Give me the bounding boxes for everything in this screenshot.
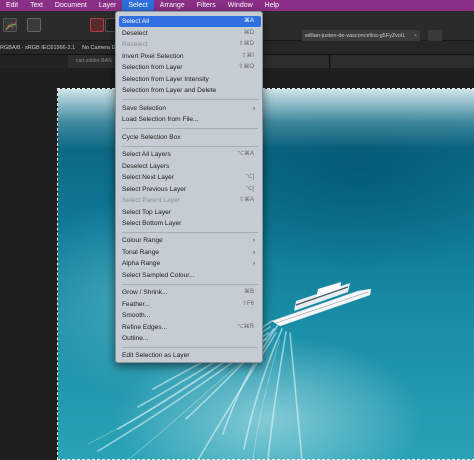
menu-item-label: Select Next Layer xyxy=(122,174,175,181)
menu-filters[interactable]: Filters xyxy=(191,0,222,11)
menu-item-refine-edges[interactable]: Refine Edges... ⌥⌘R xyxy=(119,322,261,333)
document-name-label: willian-justen-de-vasconcellos-g5FyZvoIL xyxy=(305,33,406,39)
menu-item-cycle-selection-box[interactable]: Cycle Selection Box xyxy=(119,132,261,143)
menu-item-selection-from-layer-intensity[interactable]: Selection from Layer Intensity xyxy=(119,74,261,85)
menu-separator xyxy=(122,347,258,348)
menu-item-invert-pixel-selection[interactable]: Invert Pixel Selection ⇧⌘I xyxy=(119,51,261,62)
camera-info-label: No Camera D xyxy=(82,45,116,51)
menu-item-label: Cycle Selection Box xyxy=(122,134,181,141)
submenu-arrow-icon: › xyxy=(252,249,255,256)
shortcut-label: ⇧⌘O xyxy=(238,64,254,70)
shortcut-label: ⌥[ xyxy=(245,186,254,192)
menu-item-grow-shrink[interactable]: Grow / Shrink... ⌘B xyxy=(119,287,261,298)
menu-window[interactable]: Window xyxy=(222,0,259,11)
menu-item-save-selection[interactable]: Save Selection › xyxy=(119,103,261,114)
menu-item-label: Select All Layers xyxy=(122,151,171,158)
menu-item-label: Alpha Range xyxy=(122,260,161,267)
menu-item-label: Select Bottom Layer xyxy=(122,220,182,227)
menu-item-deselect-layers[interactable]: Deselect Layers xyxy=(119,161,261,172)
color-profile-label: RGBA/8 · sRGB IEC61966-2.1 xyxy=(0,45,76,51)
menu-arrange[interactable]: Arrange xyxy=(154,0,191,11)
menu-item-select-bottom-layer[interactable]: Select Bottom Layer xyxy=(119,218,261,229)
menu-item-selection-from-layer-and-delete[interactable]: Selection from Layer and Delete xyxy=(119,85,261,96)
menu-item-label: Feather... xyxy=(122,301,150,308)
menu-item-label: Outline... xyxy=(122,335,149,342)
menu-item-selection-from-layer[interactable]: Selection from Layer ⇧⌘O xyxy=(119,62,261,73)
document-tab-empty xyxy=(331,55,474,68)
menu-select[interactable]: Select xyxy=(122,0,154,11)
menu-item-load-selection-from-file[interactable]: Load Selection from File... xyxy=(119,114,261,125)
boat-icon xyxy=(271,282,372,327)
menu-item-label: Invert Pixel Selection xyxy=(122,53,184,60)
chart-icon[interactable] xyxy=(3,18,17,32)
menu-item-deselect[interactable]: Deselect ⌘D xyxy=(119,28,261,39)
menu-item-label: Select Top Layer xyxy=(122,209,171,216)
menu-item-label: Smooth... xyxy=(122,312,151,319)
red-swatch-icon[interactable] xyxy=(90,18,104,32)
menu-item-select-top-layer[interactable]: Select Top Layer xyxy=(119,207,261,218)
menu-item-label: Selection from Layer and Delete xyxy=(122,87,217,94)
menu-item-feather[interactable]: Feather... ⇧F6 xyxy=(119,299,261,310)
shortcut-label: ⌥⌘A xyxy=(237,151,254,157)
menu-item-label: Selection from Layer xyxy=(122,64,183,71)
menu-text[interactable]: Text xyxy=(24,0,49,11)
menu-document[interactable]: Document xyxy=(49,0,93,11)
menu-item-label: Selection from Layer Intensity xyxy=(122,76,209,83)
menu-edit[interactable]: Edit xyxy=(0,0,24,11)
menu-item-label: Edit Selection as Layer xyxy=(122,352,190,359)
menu-separator xyxy=(122,284,258,285)
menu-item-label: Tonal Range xyxy=(122,249,160,256)
menu-item-reselect: Reselect ⇧⌘D xyxy=(119,39,261,50)
menu-item-edit-selection-as-layer[interactable]: Edit Selection as Layer xyxy=(119,350,261,361)
menu-item-colour-range[interactable]: Colour Range › xyxy=(119,235,261,246)
menu-item-smooth[interactable]: Smooth... xyxy=(119,310,261,321)
shortcut-label: ⌥⌘R xyxy=(236,324,254,330)
submenu-arrow-icon: › xyxy=(252,260,255,267)
menu-item-label: Reselect xyxy=(122,41,148,48)
shortcut-label: ⇧F6 xyxy=(241,301,254,307)
menu-item-select-sampled-colour[interactable]: Select Sampled Colour... xyxy=(119,270,261,281)
shortcut-label: ⌘A xyxy=(243,18,254,24)
menu-item-label: Select Previous Layer xyxy=(122,186,187,193)
menu-item-select-all[interactable]: Select All ⌘A xyxy=(119,16,261,27)
shortcut-label: ⇧⌘A xyxy=(238,197,254,203)
menu-separator xyxy=(122,128,258,129)
menu-item-label: Refine Edges... xyxy=(122,324,168,331)
menu-item-label: Colour Range xyxy=(122,237,163,244)
menu-item-label: Deselect Layers xyxy=(122,163,170,170)
menu-item-select-parent-layer: Select Parent Layer ⇧⌘A xyxy=(119,195,261,206)
menu-bar: Edit Text Document Layer Select Arrange … xyxy=(0,0,474,11)
grid-icon[interactable] xyxy=(27,18,41,32)
menu-item-select-all-layers[interactable]: Select All Layers ⌥⌘A xyxy=(119,149,261,160)
menu-item-label: Save Selection xyxy=(122,105,166,112)
shortcut-label: ⇧⌘I xyxy=(241,53,254,59)
menu-separator xyxy=(122,146,258,147)
menu-item-label: Select Parent Layer xyxy=(122,197,180,204)
shortcut-label: ⌥] xyxy=(245,174,254,180)
select-menu-dropdown: Select All ⌘A Deselect ⌘D Reselect ⇧⌘D Inve… xyxy=(115,11,263,363)
menu-item-alpha-range[interactable]: Alpha Range › xyxy=(119,258,261,269)
menu-item-tonal-range[interactable]: Tonal Range › xyxy=(119,247,261,258)
menu-item-select-previous-layer[interactable]: Select Previous Layer ⌥[ xyxy=(119,184,261,195)
shortcut-label: ⌘B xyxy=(243,289,254,295)
menu-item-label: Grow / Shrink... xyxy=(122,289,168,296)
menu-item-outline[interactable]: Outline... xyxy=(119,333,261,344)
shortcut-label: ⌘D xyxy=(243,30,254,36)
submenu-arrow-icon: › xyxy=(252,105,255,112)
menu-item-label: Load Selection from File... xyxy=(122,116,199,123)
menu-separator xyxy=(122,232,258,233)
menu-separator xyxy=(122,99,258,100)
menu-item-label: Select All xyxy=(122,18,150,25)
menu-help[interactable]: Help xyxy=(259,0,285,11)
menu-item-select-next-layer[interactable]: Select Next Layer ⌥] xyxy=(119,172,261,183)
menu-item-label: Deselect xyxy=(122,30,148,37)
menu-layer[interactable]: Layer xyxy=(93,0,123,11)
menu-item-label: Select Sampled Colour... xyxy=(122,272,195,279)
shortcut-label: ⇧⌘D xyxy=(238,41,254,47)
submenu-arrow-icon: › xyxy=(252,237,255,244)
